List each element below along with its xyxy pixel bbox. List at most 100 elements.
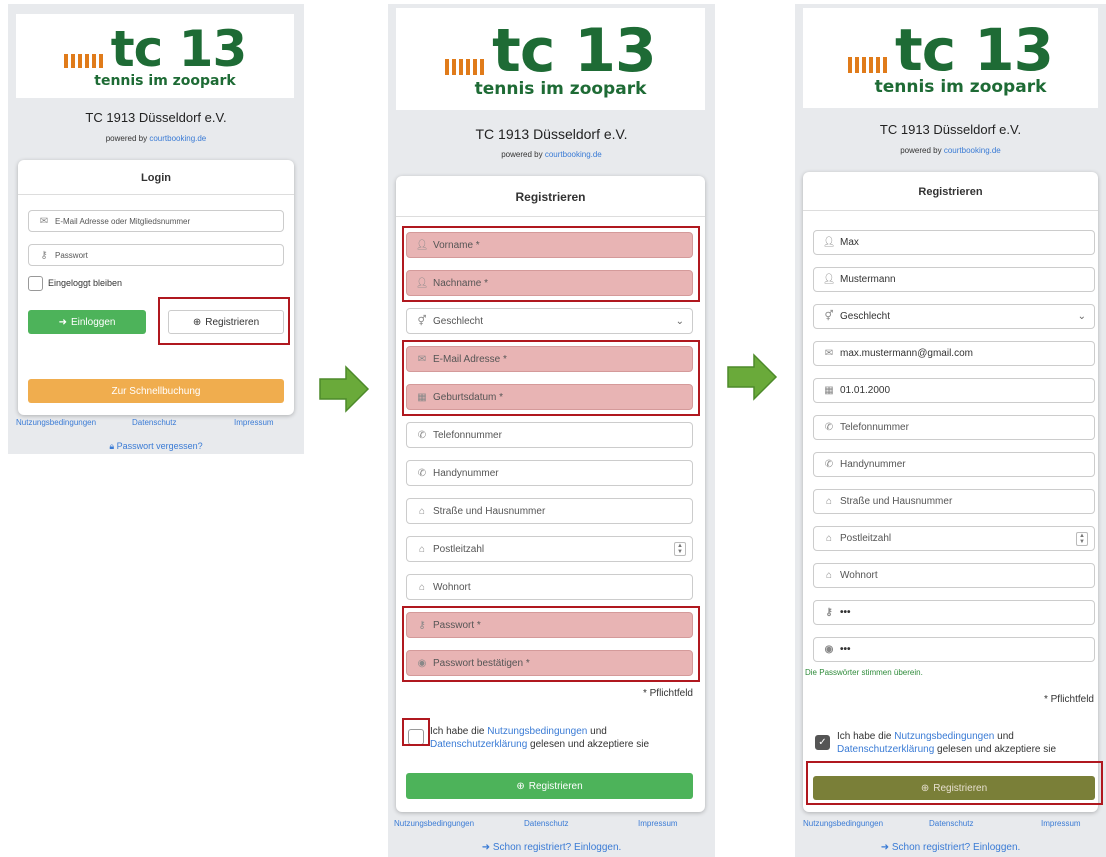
terms-link[interactable]: Nutzungsbedingungen xyxy=(16,418,96,427)
phone-icon: ✆ xyxy=(417,467,427,479)
phone-input[interactable]: ✆ Telefonnummer xyxy=(813,415,1095,440)
club-name: TC 1913 Düsseldorf e.V. xyxy=(879,122,1022,137)
gender-select[interactable]: ⚥ Geschlecht ⌄ xyxy=(813,304,1095,329)
number-spinner[interactable]: ▲ ▼ xyxy=(1076,531,1088,546)
sign-in-icon: ➜ xyxy=(880,842,892,853)
powered-by: powered by courtbooking.de xyxy=(105,134,207,143)
terms-link[interactable]: Nutzungsbedingungen xyxy=(487,726,587,737)
firstname-input[interactable]: 👤︎ Max xyxy=(813,230,1095,255)
chevron-down-icon: ⌄ xyxy=(675,315,684,327)
logo-text: tc 13 xyxy=(110,20,248,78)
phone-icon: ✆ xyxy=(824,459,834,470)
home-icon: ⌂ xyxy=(418,505,426,517)
register-highlight xyxy=(158,297,290,345)
phone-input[interactable]: ✆ Telefonnummer xyxy=(406,422,693,448)
lastname-input[interactable]: 👤︎ Mustermann xyxy=(813,267,1095,292)
terms-link[interactable]: Nutzungsbedingungen xyxy=(803,819,883,828)
courtbooking-link[interactable]: courtbooking.de xyxy=(149,134,206,143)
remember-checkbox[interactable] xyxy=(28,276,43,291)
register-card: Registrieren 👤︎ Max 👤︎ Mustermann ⚥ Geschle… xyxy=(803,172,1098,812)
terms-text: Ich habe die Nutzungsbedingungen und Dat… xyxy=(430,726,650,750)
phone-icon: ✆ xyxy=(824,422,834,433)
birthdate-input[interactable]: ▦ 01.01.2000 xyxy=(813,378,1095,403)
already-registered-link[interactable]: ➜ Schon registriert? Einloggen. xyxy=(388,842,715,853)
sign-in-icon: ➜ xyxy=(481,842,493,853)
home-icon: ⌂ xyxy=(825,533,833,544)
password-match-message: Die Passwörter stimmen überein. xyxy=(805,668,923,677)
gender-select[interactable]: ⚥ Geschlecht ⌄ xyxy=(406,308,693,334)
password-confirm-input[interactable]: ◉ ••• xyxy=(813,637,1095,662)
login-panel: tc 13 tennis im zoopark TC 1913 Düsseldo… xyxy=(8,4,304,454)
courtbooking-link[interactable]: courtbooking.de xyxy=(545,150,602,159)
mobile-input[interactable]: ✆ Handynummer xyxy=(406,460,693,486)
imprint-link[interactable]: Impressum xyxy=(1041,819,1081,828)
lock-icon: 🔒︎ xyxy=(109,441,117,451)
city-input[interactable]: ⌂ Wohnort xyxy=(406,574,693,600)
login-button[interactable]: ➜ Einloggen xyxy=(28,310,146,334)
zip-input[interactable]: ⌂ Postleitzahl ▲ ▼ xyxy=(406,536,693,562)
arrow-right-icon xyxy=(319,365,370,413)
number-spinner[interactable]: ▲ ▼ xyxy=(674,542,686,556)
password-highlight xyxy=(402,606,700,682)
sign-in-icon: ➜ xyxy=(58,316,67,328)
forgot-password-link[interactable]: 🔒︎ Passwort vergessen? xyxy=(8,441,304,452)
club-name: TC 1913 Düsseldorf e.V. xyxy=(475,126,628,142)
gender-icon: ⚥ xyxy=(417,315,427,327)
club-logo: tc 13 tennis im zoopark xyxy=(396,8,705,110)
arrow-right-icon xyxy=(727,353,778,401)
city-input[interactable]: ⌂ Wohnort xyxy=(813,563,1095,588)
zip-input[interactable]: ⌂ Postleitzahl ▲ ▼ xyxy=(813,526,1095,551)
club-name: TC 1913 Düsseldorf e.V. xyxy=(85,110,227,125)
register-title: Registrieren xyxy=(803,172,1098,211)
logo-text: tc 13 xyxy=(492,15,657,86)
email-birthdate-highlight xyxy=(402,340,700,416)
register-panel-filled: tc 13 tennis im zoopark TC 1913 Düsseldo… xyxy=(795,4,1106,857)
privacy-link[interactable]: Datenschutz xyxy=(132,418,176,427)
register-button[interactable]: ⊕ Registrieren xyxy=(406,773,693,799)
gender-icon: ⚥ xyxy=(824,311,834,322)
remember-label: Eingeloggt bleiben xyxy=(48,278,123,288)
home-icon: ⌂ xyxy=(418,581,426,593)
name-highlight xyxy=(402,226,700,302)
home-icon: ⌂ xyxy=(418,543,426,555)
privacy-statement-link[interactable]: Datenschutzerklärung xyxy=(430,739,527,750)
logo-text: tc 13 xyxy=(894,15,1054,84)
chevron-down-icon: ⌄ xyxy=(1077,311,1086,322)
password-input[interactable]: ⚷ Passwort xyxy=(28,244,284,266)
powered-by: powered by courtbooking.de xyxy=(501,150,602,159)
terms-text: Ich habe die Nutzungsbedingungen und Dat… xyxy=(837,731,1057,755)
privacy-link[interactable]: Datenschutz xyxy=(929,819,973,828)
email-input[interactable]: ✉ E-Mail Adresse oder Mitgliedsnummer xyxy=(28,210,284,232)
register-panel-empty: tc 13 tennis im zoopark TC 1913 Düsseldo… xyxy=(388,4,715,857)
user-icon: 👤︎ xyxy=(822,237,836,248)
terms-link[interactable]: Nutzungsbedingungen xyxy=(894,731,994,742)
terms-link[interactable]: Nutzungsbedingungen xyxy=(394,819,474,828)
mobile-input[interactable]: ✆ Handynummer xyxy=(813,452,1095,477)
already-registered-link[interactable]: ➜ Schon registriert? Einloggen. xyxy=(795,842,1106,853)
privacy-link[interactable]: Datenschutz xyxy=(524,819,568,828)
street-input[interactable]: ⌂ Straße und Hausnummer xyxy=(813,489,1095,514)
quick-booking-button[interactable]: Zur Schnellbuchung xyxy=(28,379,284,403)
envelope-icon: ✉ xyxy=(824,348,834,359)
club-logo: tc 13 tennis im zoopark xyxy=(803,8,1098,108)
imprint-link[interactable]: Impressum xyxy=(638,819,678,828)
required-note: * Pflichtfeld xyxy=(642,688,693,699)
required-note: * Pflichtfeld xyxy=(1043,694,1094,705)
street-input[interactable]: ⌂ Straße und Hausnummer xyxy=(406,498,693,524)
login-title: Login xyxy=(18,160,294,195)
password-input[interactable]: ⚷ ••• xyxy=(813,600,1095,625)
imprint-link[interactable]: Impressum xyxy=(234,418,274,427)
key-icon: ⚷ xyxy=(40,249,48,261)
logo-subtitle: tennis im zoopark xyxy=(474,78,647,99)
terms-checkbox-highlight xyxy=(402,718,430,746)
login-card: Login ✉ E-Mail Adresse oder Mitgliedsnumm… xyxy=(18,160,294,415)
phone-icon: ✆ xyxy=(417,429,427,441)
email-input[interactable]: ✉ max.mustermann@gmail.com xyxy=(813,341,1095,366)
privacy-statement-link[interactable]: Datenschutzerklärung xyxy=(837,744,934,755)
globe-icon: ⊕ xyxy=(516,780,525,792)
user-icon: 👤︎ xyxy=(822,274,836,285)
terms-checkbox[interactable]: ✓ xyxy=(815,735,830,750)
register-title: Registrieren xyxy=(396,176,705,217)
envelope-icon: ✉ xyxy=(39,215,49,227)
courtbooking-link[interactable]: courtbooking.de xyxy=(944,146,1001,155)
